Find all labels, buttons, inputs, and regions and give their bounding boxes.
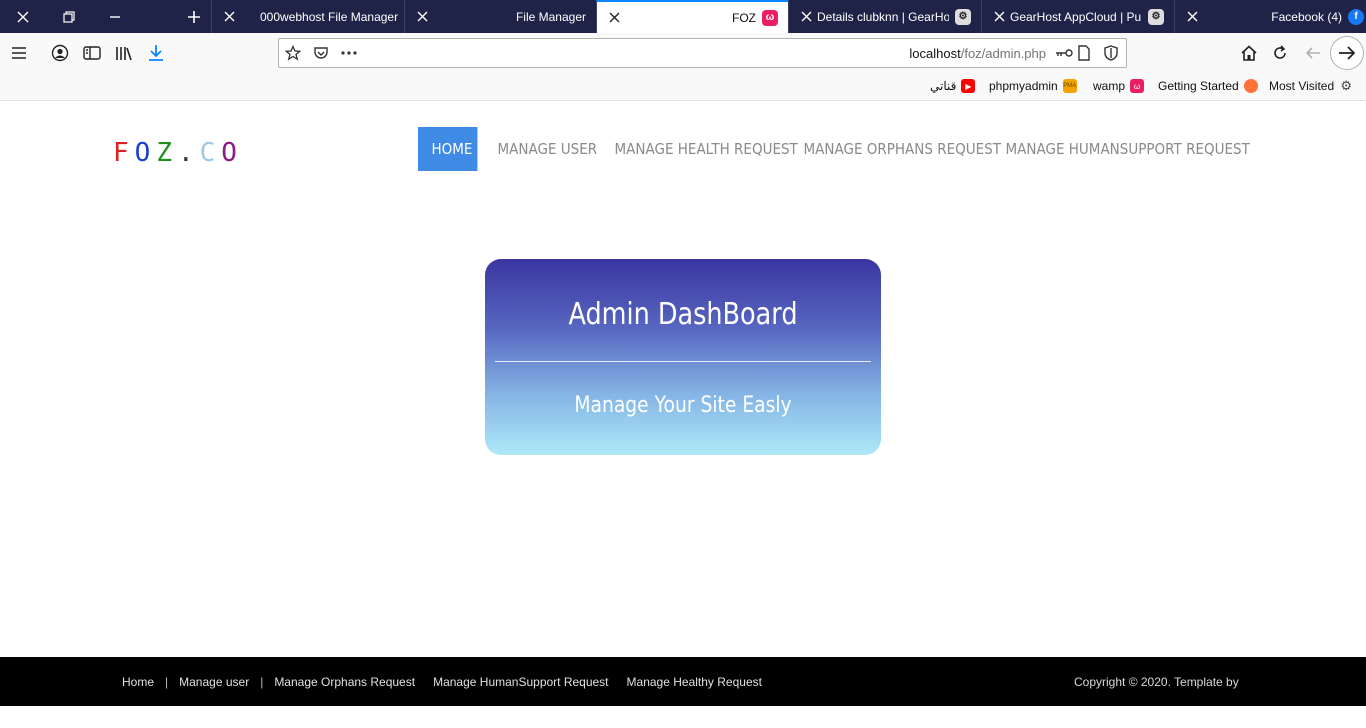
tab-facebook[interactable]: Facebook (4) f [1174, 0, 1366, 33]
minimize-window-icon[interactable] [92, 0, 138, 33]
close-window-icon[interactable] [0, 0, 46, 33]
page-icon[interactable] [1074, 43, 1094, 63]
pink-app-icon: ω [762, 9, 778, 26]
tab-close-icon[interactable] [1175, 11, 1209, 22]
site-logo[interactable]: FOZ.CO [113, 138, 243, 168]
footer-separator: | [165, 675, 169, 689]
logo-letter: Z [156, 138, 178, 168]
page-subtitle: Manage Your Site Easly [574, 393, 792, 418]
footer-link-home[interactable]: Home [122, 675, 154, 689]
library-icon[interactable] [112, 41, 136, 65]
bookmark-label: Most Visited [1269, 79, 1335, 93]
bookmark-wamp[interactable]: wamp ω [1093, 79, 1145, 93]
restore-window-icon[interactable] [46, 0, 92, 33]
menu-icon[interactable] [7, 41, 31, 65]
web-page: FOZ.CO HOME MANAGE USER MANAGE HEALTH RE… [0, 102, 1366, 728]
footer-link-healthy[interactable]: Manage Healthy Request [627, 675, 762, 689]
tab-file-manager[interactable]: File Manager [404, 0, 596, 33]
footer-link-humansupport[interactable]: Manage HumanSupport Request [433, 675, 608, 689]
gear-icon: ⚙ [955, 8, 971, 25]
main-nav: HOME MANAGE USER MANAGE HEALTH REQUEST M… [418, 127, 1250, 171]
gear-icon: ⚙ [1148, 8, 1164, 25]
pocket-icon[interactable] [311, 43, 331, 63]
tab-000webhost[interactable]: 000webhost File Manager [211, 0, 404, 33]
tab-label: GearHost AppCloud | Pul [1010, 9, 1142, 24]
forward-icon[interactable] [1330, 36, 1364, 70]
footer-spacer [415, 675, 433, 689]
tab-close-icon[interactable] [597, 12, 631, 23]
tab-label: Facebook (4) [1271, 9, 1342, 24]
tab-clubknn[interactable]: Details clubknn | GearHo ⚙ [788, 0, 981, 33]
tab-strip: 000webhost File Manager File Manager FOZ… [0, 0, 1366, 33]
nav-manage-user[interactable]: MANAGE USER [484, 127, 598, 171]
nav-manage-humansupport-request[interactable]: MANAGE HUMANSUPPORT REQUEST [992, 127, 1250, 171]
logo-letter: . [177, 138, 200, 168]
bookmark-getting-started[interactable]: Getting Started [1158, 79, 1258, 93]
footer-links: Home | Manage user | Manage Orphans Requ… [122, 675, 762, 689]
page-title: Admin DashBoard [568, 297, 798, 332]
youtube-icon: ▶ [961, 79, 976, 93]
firefox-icon [1243, 79, 1258, 93]
tab-label: File Manager [515, 9, 586, 24]
key-icon[interactable] [1054, 43, 1074, 63]
tab-label: 000webhost File Manager [260, 9, 399, 24]
address-bar[interactable]: localhost/foz/admin.php [278, 38, 1127, 68]
bookmarks-bar: قناتي ▶ phpmyadmin PMA wamp ω Getting St… [0, 73, 1366, 101]
site-footer: Home | Manage user | Manage Orphans Requ… [0, 657, 1366, 706]
bookmark-label: قناتي [930, 79, 957, 93]
bookmark-label: Getting Started [1158, 79, 1239, 93]
url-path: /foz/admin.php [960, 46, 1046, 61]
footer-spacer [609, 675, 627, 689]
pink-app-icon: ω [1130, 79, 1145, 93]
back-icon[interactable] [1301, 41, 1325, 65]
url-text: localhost/foz/admin.php [909, 46, 1046, 61]
nav-manage-orphans-request[interactable]: MANAGE ORPHANS REQUEST [790, 127, 1002, 171]
tab-gearhost[interactable]: GearHost AppCloud | Pul ⚙ [981, 0, 1174, 33]
tab-close-icon[interactable] [988, 11, 1010, 22]
url-host: localhost [909, 46, 961, 61]
sidebar-icon[interactable] [80, 41, 104, 65]
footer-link-orphans[interactable]: Manage Orphans Request [274, 675, 415, 689]
nav-manage-health-request[interactable]: MANAGE HEALTH REQUEST [601, 127, 798, 171]
tab-foz[interactable]: FOZ ω [596, 0, 788, 33]
bookmark-label: wamp [1093, 79, 1126, 93]
divider [495, 361, 871, 362]
bookmark-most-visited[interactable]: Most Visited ⚙ [1269, 78, 1353, 93]
admin-dashboard-card: Admin DashBoard Manage Your Site Easly [485, 259, 881, 455]
page-actions-icon[interactable] [339, 43, 359, 63]
bookmark-label: phpmyadmin [989, 79, 1058, 93]
logo-letter: C [199, 138, 222, 168]
gear-icon: ⚙ [1340, 78, 1352, 93]
shield-icon[interactable] [1101, 43, 1121, 63]
account-icon[interactable] [48, 41, 72, 65]
navigation-toolbar: localhost/foz/admin.php [0, 33, 1366, 73]
tab-close-icon[interactable] [405, 11, 439, 22]
footer-link-manage-user[interactable]: Manage user [179, 675, 249, 689]
download-icon[interactable] [144, 41, 168, 65]
bookmark-star-icon[interactable] [283, 43, 303, 63]
logo-letter: O [134, 138, 157, 168]
tab-label: FOZ [732, 10, 756, 25]
tab-label: Details clubknn | GearHo [817, 9, 949, 24]
bookmark-my-channel[interactable]: قناتي ▶ [930, 79, 976, 93]
home-icon[interactable] [1237, 41, 1261, 65]
tab-close-icon[interactable] [795, 11, 817, 22]
nav-home[interactable]: HOME [418, 127, 478, 171]
logo-letter: F [113, 138, 135, 168]
phpmyadmin-icon: PMA [1062, 79, 1077, 93]
footer-separator: | [260, 675, 264, 689]
reload-icon[interactable] [1268, 41, 1292, 65]
facebook-icon: f [1348, 8, 1364, 25]
logo-letter: O [221, 138, 243, 168]
copyright-text: Copyright © 2020. Template by [1074, 675, 1239, 689]
tab-close-icon[interactable] [212, 11, 246, 22]
bookmark-phpmyadmin[interactable]: phpmyadmin PMA [989, 79, 1077, 93]
